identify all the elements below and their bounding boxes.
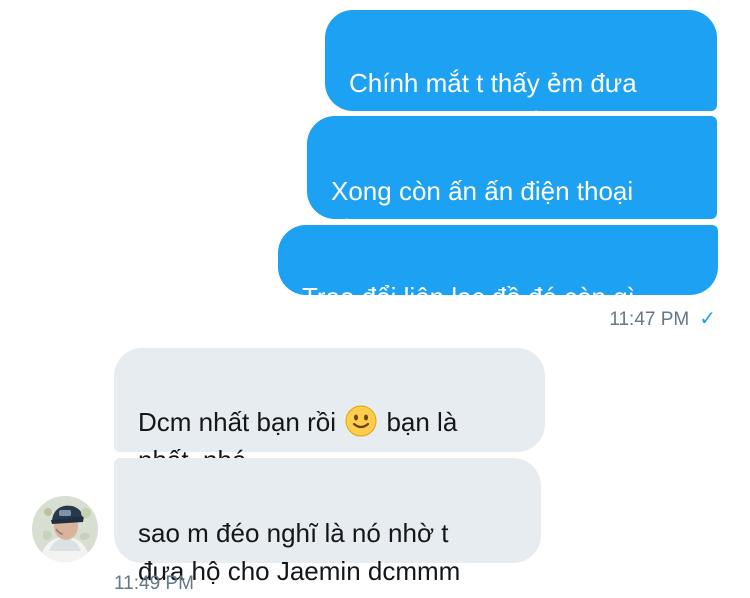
slightly-smiling-face-emoji <box>345 405 377 437</box>
incoming-message-bubble[interactable]: sao m đéo nghĩ là nó nhờ t đưa hộ cho Ja… <box>114 458 541 586</box>
incoming-message-meta: 11:49 PM <box>114 573 194 595</box>
chat-thread: Chính mắt t thấy ẻm đưa socola cho m mà … <box>0 0 750 598</box>
message-text: Trao đổi liên lạc đồ đó còn gì <box>302 282 635 312</box>
outgoing-message-bubble[interactable]: Xong còn ấn ấn điện thoại gì nữa <box>307 116 717 244</box>
sender-avatar-image <box>32 496 98 562</box>
message-timestamp: 11:47 PM <box>609 309 690 330</box>
read-check-icon: ✓ <box>699 308 716 330</box>
outgoing-message-meta: 11:47 PM ✓ <box>609 306 716 331</box>
message-text: Dcm nhất bạn rồi <box>138 407 344 437</box>
avatar[interactable] <box>32 496 98 562</box>
outgoing-message-bubble[interactable]: Trao đổi liên lạc đồ đó còn gì <box>278 225 718 312</box>
outgoing-message-bubble[interactable]: Chính mắt t thấy ẻm đưa socola cho m mà <box>325 10 717 136</box>
message-timestamp: 11:49 PM <box>114 573 194 594</box>
incoming-message-bubble[interactable]: Dcm nhất bạn rồi bạn là nhất, nhá <box>114 348 545 475</box>
